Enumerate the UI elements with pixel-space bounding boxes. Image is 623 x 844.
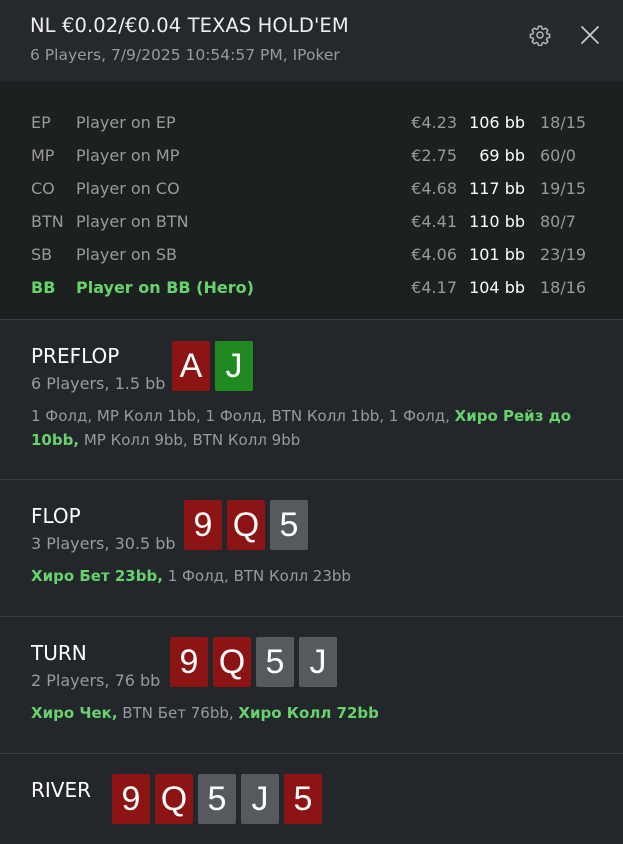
hero-action: Хиро Колл 72bb xyxy=(238,704,379,722)
player-stats: 18/16 xyxy=(540,278,587,297)
player-row-sb: SB Player on SB €4.06 101 bb 23/19 xyxy=(0,245,623,278)
card: Q xyxy=(227,500,265,550)
player-stats: 23/19 xyxy=(540,245,587,264)
player-stack-bb: 104 bb xyxy=(469,278,525,297)
hero-action: Хиро Чек, xyxy=(31,704,118,722)
action-text: MP Колл 9bb, BTN Колл 9bb xyxy=(79,431,301,449)
hole-cards: A J xyxy=(172,341,253,391)
players-list: EP Player on EP €4.23 106 bb 18/15 MP Pl… xyxy=(0,81,623,320)
card: 5 xyxy=(256,637,294,687)
card: 5 xyxy=(270,500,308,550)
street-name: PREFLOP xyxy=(31,344,120,368)
street-actions: 1 Фолд, MP Колл 1bb, 1 Фолд, BTN Колл 1b… xyxy=(31,404,593,452)
hero-action: Хиро Бет 23bb, xyxy=(31,567,163,585)
player-stats: 60/0 xyxy=(540,146,576,165)
hand-header: NL €0.02/€0.04 TEXAS HOLD'EM 6 Players, … xyxy=(0,0,623,81)
player-row-mp: MP Player on MP €2.75 69 bb 60/0 xyxy=(0,146,623,179)
card: A xyxy=(172,341,210,391)
player-position: BTN xyxy=(31,212,64,231)
player-stack: €4.06 xyxy=(411,245,457,264)
street-info: 6 Players, 1.5 bb xyxy=(31,374,166,393)
street-name: FLOP xyxy=(31,504,81,528)
player-row-co: CO Player on CO €4.68 117 bb 19/15 xyxy=(0,179,623,212)
player-name: Player on BTN xyxy=(76,212,189,231)
player-stack-bb: 101 bb xyxy=(469,245,525,264)
board-cards: 9 Q 5 J 5 xyxy=(112,774,322,824)
player-stack: €4.17 xyxy=(411,278,457,297)
card: J xyxy=(215,341,253,391)
hand-title: NL €0.02/€0.04 TEXAS HOLD'EM xyxy=(30,14,349,37)
player-name: Player on CO xyxy=(76,179,180,198)
hand-subtitle: 6 Players, 7/9/2025 10:54:57 PM, IPoker xyxy=(30,46,340,64)
player-stack: €4.23 xyxy=(411,113,457,132)
action-text: 1 Фолд, MP Колл 1bb, 1 Фолд, BTN Колл 1b… xyxy=(31,407,455,425)
card: J xyxy=(241,774,279,824)
card: Q xyxy=(155,774,193,824)
player-stack-bb: 69 bb xyxy=(479,146,525,165)
card: 9 xyxy=(112,774,150,824)
player-stack-bb: 117 bb xyxy=(469,179,525,198)
card: J xyxy=(299,637,337,687)
card: 9 xyxy=(184,500,222,550)
player-stats: 19/15 xyxy=(540,179,587,198)
action-text: 1 Фолд, BTN Колл 23bb xyxy=(162,567,351,585)
player-stack: €2.75 xyxy=(411,146,457,165)
street-preflop: PREFLOP 6 Players, 1.5 bb A J 1 Фолд, MP… xyxy=(0,320,623,480)
player-row-ep: EP Player on EP €4.23 106 bb 18/15 xyxy=(0,113,623,146)
player-row-btn: BTN Player on BTN €4.41 110 bb 80/7 xyxy=(0,212,623,245)
action-text: BTN Бет 76bb, xyxy=(117,704,239,722)
player-name: Player on SB xyxy=(76,245,178,264)
gear-icon[interactable] xyxy=(529,24,551,46)
card: 9 xyxy=(170,637,208,687)
street-actions: Хиро Бет 23bb, 1 Фолд, BTN Колл 23bb xyxy=(31,564,593,588)
player-row-bb-hero: BB Player on BB (Hero) €4.17 104 bb 18/1… xyxy=(0,278,623,311)
card: 5 xyxy=(284,774,322,824)
player-position: BB xyxy=(31,278,56,297)
player-stats: 80/7 xyxy=(540,212,576,231)
player-name: Player on EP xyxy=(76,113,176,132)
street-name: RIVER xyxy=(31,778,92,802)
street-river: RIVER 9 Q 5 J 5 xyxy=(0,754,623,844)
close-icon[interactable] xyxy=(580,25,600,45)
player-position: MP xyxy=(31,146,55,165)
board-cards: 9 Q 5 xyxy=(184,500,308,550)
card: Q xyxy=(213,637,251,687)
player-stack: €4.68 xyxy=(411,179,457,198)
street-name: TURN xyxy=(31,641,87,665)
street-flop: FLOP 3 Players, 30.5 bb 9 Q 5 Хиро Бет 2… xyxy=(0,480,623,617)
board-cards: 9 Q 5 J xyxy=(170,637,337,687)
street-turn: TURN 2 Players, 76 bb 9 Q 5 J Хиро Чек, … xyxy=(0,617,623,754)
street-info: 2 Players, 76 bb xyxy=(31,671,161,690)
player-position: CO xyxy=(31,179,55,198)
player-name: Player on MP xyxy=(76,146,180,165)
player-position: EP xyxy=(31,113,51,132)
player-stats: 18/15 xyxy=(540,113,587,132)
card: 5 xyxy=(198,774,236,824)
player-stack-bb: 106 bb xyxy=(469,113,525,132)
street-info: 3 Players, 30.5 bb xyxy=(31,534,176,553)
player-name: Player on BB (Hero) xyxy=(76,278,254,297)
player-position: SB xyxy=(31,245,53,264)
player-stack: €4.41 xyxy=(411,212,457,231)
player-stack-bb: 110 bb xyxy=(469,212,525,231)
street-actions: Хиро Чек, BTN Бет 76bb, Хиро Колл 72bb xyxy=(31,701,593,725)
